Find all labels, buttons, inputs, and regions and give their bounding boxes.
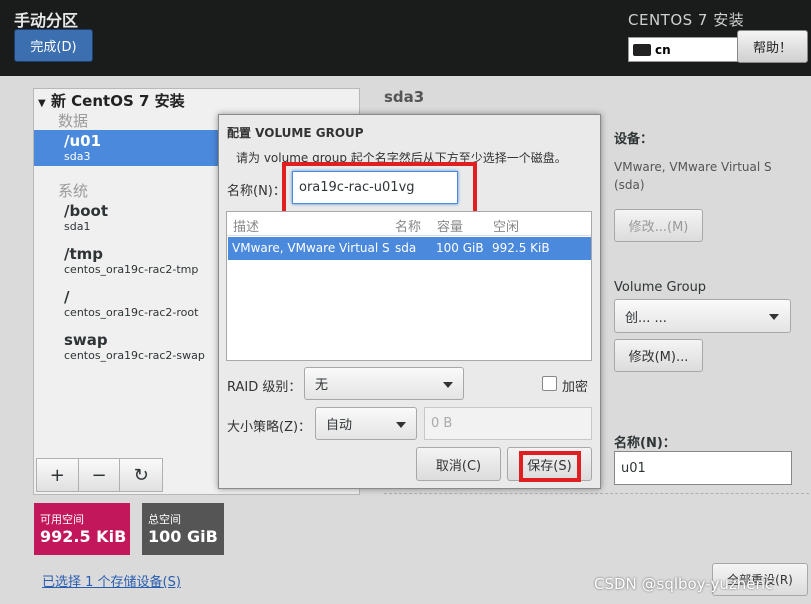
size-policy-combo[interactable]: 自动 [315, 407, 417, 440]
device-label: 设备： [614, 132, 654, 147]
page-title: 手动分区 [14, 11, 79, 30]
mountpoint-device: centos_ora19c-rac2-swap [64, 349, 205, 362]
top-bar: 手动分区 完成(D) CENTOS 7 安装 cn 帮助！ [0, 0, 811, 76]
table-header: 描述 名称 容量 空闲 [227, 212, 591, 236]
mountpoint-name: / [64, 288, 70, 306]
col-name[interactable]: 名称 [395, 216, 421, 235]
total-space-value: 100 GiB [148, 527, 218, 546]
keyboard-layout-indicator[interactable]: cn [628, 37, 738, 62]
mountpoint-name: /u01 [64, 132, 102, 150]
volume-group-combo[interactable]: 创... ... [614, 299, 791, 333]
mountpoint-name: /tmp [64, 245, 104, 263]
chevron-down-icon [443, 382, 453, 388]
group-system-label: 系统 [58, 182, 89, 200]
row-size: 100 GiB [436, 241, 484, 255]
size-policy-value: 自动 [326, 418, 353, 433]
keyboard-icon [633, 43, 651, 56]
add-icon[interactable]: + [37, 459, 79, 491]
partition-toolbar: + − ↻ [36, 458, 163, 492]
size-policy-label: 大小策略(Z)： [227, 420, 312, 435]
available-space-label: 可用空间 [40, 513, 84, 526]
table-row[interactable]: VMware, VMware Virtual S sda 100 GiB 992… [228, 237, 591, 260]
volume-group-value: 创... ... [625, 310, 667, 326]
chevron-down-icon [396, 422, 406, 428]
row-name: sda [395, 241, 417, 255]
cancel-button[interactable]: 取消(C) [416, 447, 501, 481]
modify-volume-group-button[interactable]: 修改(M)... [614, 339, 703, 372]
raid-label: RAID 级别： [227, 380, 302, 395]
mountpoint-name: /boot [64, 202, 108, 220]
selected-devices-link[interactable]: 已选择 1 个存储设备(S) [42, 571, 181, 590]
section-label: 新 CentOS 7 安装 [50, 92, 185, 110]
partition-name-field[interactable]: u01 [614, 451, 792, 485]
row-desc: VMware, VMware Virtual S [232, 241, 390, 255]
encrypt-label: 加密 [562, 380, 589, 395]
raid-level-value: 无 [315, 378, 329, 393]
chevron-down-icon [769, 314, 779, 320]
partition-title: sda3 [384, 88, 425, 106]
dialog-title: 配置 VOLUME GROUP [227, 126, 364, 140]
volume-group-label: Volume Group [614, 280, 707, 295]
encrypt-checkbox[interactable] [542, 376, 557, 391]
device-sub: (sda) [614, 178, 645, 192]
expand-arrow-icon: ▼ [38, 98, 46, 109]
name-label: 名称(N)： [614, 436, 676, 451]
vg-name-label: 名称(N)： [227, 184, 286, 199]
mountpoint-device: sda1 [64, 220, 91, 233]
mountpoint-name: swap [64, 331, 108, 349]
col-desc[interactable]: 描述 [233, 216, 259, 235]
vg-name-input[interactable]: ora19c-rac-u01vg [292, 171, 458, 204]
watermark: CSDN @sqlboy-yuzhenc [594, 575, 774, 593]
col-size[interactable]: 容量 [437, 216, 463, 235]
product-title: CENTOS 7 安装 [628, 11, 745, 29]
col-free[interactable]: 空闲 [493, 216, 519, 235]
keyboard-layout-label: cn [655, 42, 671, 57]
total-space-label: 总空间 [148, 513, 181, 526]
available-space-badge: 可用空间 992.5 KiB [34, 503, 130, 555]
disk-table: 描述 名称 容量 空闲 VMware, VMware Virtual S sda… [226, 211, 592, 361]
group-data-label: 数据 [58, 112, 89, 130]
total-space-badge: 总空间 100 GiB [142, 503, 224, 555]
size-input[interactable]: 0 B [424, 407, 592, 440]
mountpoint-device: centos_ora19c-rac2-root [64, 306, 199, 319]
modify-device-button[interactable]: 修改...(M) [614, 209, 703, 242]
row-free: 992.5 KiB [492, 241, 550, 255]
remove-icon[interactable]: − [79, 459, 121, 491]
device-value: VMware, VMware Virtual S [614, 160, 772, 174]
installation-section-header[interactable]: ▼ 新 CentOS 7 安装 [38, 90, 185, 111]
highlight-box [519, 451, 581, 482]
available-space-value: 992.5 KiB [40, 527, 127, 546]
mountpoint-device: centos_ora19c-rac2-tmp [64, 263, 199, 276]
done-button[interactable]: 完成(D) [14, 29, 93, 62]
raid-level-combo[interactable]: 无 [304, 367, 464, 400]
refresh-icon[interactable]: ↻ [120, 459, 162, 491]
mountpoint-device: sda3 [64, 150, 91, 163]
help-button[interactable]: 帮助！ [737, 30, 808, 63]
divider [384, 493, 809, 494]
